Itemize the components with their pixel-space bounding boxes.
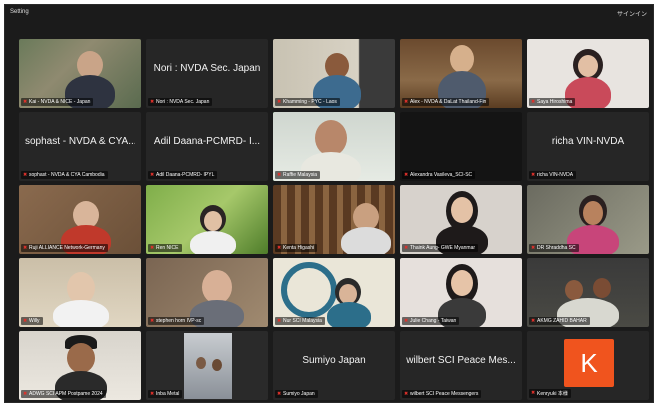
muted-mic-icon	[23, 100, 27, 105]
participant-tile[interactable]: Sumiyo Japan Sumiyo Japan	[273, 331, 395, 400]
participant-label: richa VIN-NVDA	[529, 171, 577, 179]
participant-display-name: sophast - NVDA & CYA...	[25, 136, 135, 147]
participant-label: Raffie Malaysia	[275, 171, 321, 179]
participant-label: Khamming - PYC - Laos	[275, 98, 340, 106]
muted-mic-icon	[404, 392, 408, 397]
muted-mic-icon	[150, 392, 154, 397]
participant-tile[interactable]: wilbert SCI Peace Mes... wilbert SCI Pea…	[400, 331, 522, 400]
participant-tile[interactable]: richa VIN-NVDA richa VIN-NVDA	[527, 112, 649, 181]
participant-tile[interactable]: Saya Hiroshima	[527, 39, 649, 108]
participant-label: Kai - NVDA & NICE - Japan	[21, 98, 94, 106]
participant-label: Thaink Aung- GWE Myanmar	[402, 244, 479, 252]
participant-label: Adil Daana-PCMRD- IPYL	[148, 171, 218, 179]
participant-label: Saya Hiroshima	[529, 98, 576, 106]
participant-tile[interactable]: sophast - NVDA & CYA... sophast - NVDA &…	[19, 112, 141, 181]
participant-label: Alex - NVDA & DaLat Thailand-Fin	[402, 98, 490, 106]
muted-mic-icon	[277, 173, 281, 178]
muted-mic-icon	[531, 319, 535, 324]
gallery-grid: Kai - NVDA & NICE - Japan Nori : NVDA Se…	[19, 39, 649, 400]
muted-mic-icon	[404, 246, 408, 251]
participant-label: AKMG ZAHID BAHAR	[529, 317, 590, 325]
muted-mic-icon	[23, 246, 27, 251]
participant-display-name: Nori : NVDA Sec. Japan	[153, 63, 261, 74]
participant-tile[interactable]: Adil Daana-PCMRD- I... Adil Daana-PCMRD-…	[146, 112, 268, 181]
participant-tile[interactable]: ADWG SCI APM Postpame 2024	[19, 331, 141, 400]
meeting-window: Setting サインイン Kai - NVDA & NICE - Japan …	[4, 4, 654, 403]
participant-label: Inba Metal	[148, 390, 183, 398]
muted-mic-icon	[531, 100, 535, 105]
muted-mic-icon	[23, 173, 27, 178]
participant-label: Ren NICE	[148, 244, 182, 252]
participant-label: Julie Chang - Taiwan	[402, 317, 460, 325]
participant-tile[interactable]: Willy	[19, 258, 141, 327]
participant-display-name: Sumiyo Japan	[302, 355, 366, 366]
muted-mic-icon	[150, 246, 154, 251]
window-title-left: Setting	[10, 9, 29, 15]
muted-mic-icon	[531, 391, 535, 396]
participant-avatar: K	[564, 339, 614, 387]
participant-tile[interactable]: Khamming - PYC - Laos	[273, 39, 395, 108]
participant-tile[interactable]: Ren NICE	[146, 185, 268, 254]
participant-tile-active-speaker[interactable]: Raffie Malaysia	[273, 112, 395, 181]
muted-mic-icon	[404, 173, 408, 178]
participant-tile[interactable]: stephen horn IVP-sc	[146, 258, 268, 327]
participant-tile[interactable]: Alexandra Vasileva_SCI-SC	[400, 112, 522, 181]
participant-label: Kenta Higashi	[275, 244, 318, 252]
participant-tile[interactable]: K Kenryuki 本様	[527, 331, 649, 400]
participant-tile[interactable]: AKMG ZAHID BAHAR	[527, 258, 649, 327]
participant-label: Alexandra Vasileva_SCI-SC	[402, 171, 476, 179]
participant-label: sophast - NVDA & CYA Cambodia	[21, 171, 108, 179]
participant-label: ADWG SCI APM Postpame 2024	[21, 390, 106, 398]
muted-mic-icon	[150, 319, 154, 324]
muted-mic-icon	[277, 100, 281, 105]
participant-tile[interactable]: Thaink Aung- GWE Myanmar	[400, 185, 522, 254]
participant-tile[interactable]: Alex - NVDA & DaLat Thailand-Fin	[400, 39, 522, 108]
participant-label: Sumiyo Japan	[275, 390, 318, 398]
participant-label: Nori : NVDA Sec. Japan	[148, 98, 213, 106]
participant-display-name: wilbert SCI Peace Mes...	[406, 355, 516, 366]
participant-label: Ruji ALLIANCE Network-Germany	[21, 244, 108, 252]
participant-label: Willy	[21, 317, 43, 325]
participant-display-name: richa VIN-NVDA	[551, 136, 625, 147]
participant-tile[interactable]: Nori : NVDA Sec. Japan Nori : NVDA Sec. …	[146, 39, 268, 108]
window-title-right[interactable]: サインイン	[617, 9, 647, 18]
participant-tile[interactable]: DR Shraddha SC	[527, 185, 649, 254]
participant-tile[interactable]: Kai - NVDA & NICE - Japan	[19, 39, 141, 108]
participant-tile[interactable]: Julie Chang - Taiwan	[400, 258, 522, 327]
muted-mic-icon	[277, 392, 281, 397]
muted-mic-icon	[23, 319, 27, 324]
participant-label: DR Shraddha SC	[529, 244, 579, 252]
participant-tile[interactable]: Ruji ALLIANCE Network-Germany	[19, 185, 141, 254]
muted-mic-icon	[150, 100, 154, 105]
participant-label: stephen horn IVP-sc	[148, 317, 205, 325]
muted-mic-icon	[404, 319, 408, 324]
participant-tile[interactable]: Kenta Higashi	[273, 185, 395, 254]
participant-tile[interactable]: Nur SCI Malaysia	[273, 258, 395, 327]
muted-mic-icon	[23, 392, 27, 397]
participant-label: Nur SCI Malaysia	[275, 317, 325, 325]
muted-mic-icon	[531, 173, 535, 178]
muted-mic-icon	[150, 173, 154, 178]
participant-display-name: Adil Daana-PCMRD- I...	[153, 136, 261, 147]
participant-tile[interactable]: Inba Metal	[146, 331, 268, 400]
muted-mic-icon	[277, 246, 281, 251]
participant-label: wilbert SCI Peace Messengers	[402, 390, 482, 398]
participant-label: Kenryuki 本様	[529, 389, 571, 398]
muted-mic-icon	[531, 246, 535, 251]
muted-mic-icon	[277, 319, 281, 324]
title-bar: Setting サインイン	[5, 5, 653, 19]
muted-mic-icon	[404, 100, 408, 105]
